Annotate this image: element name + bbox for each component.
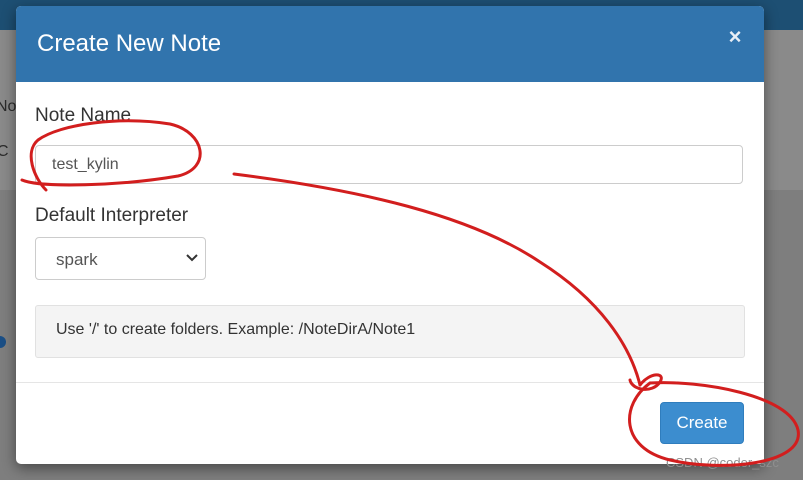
modal-header: Create New Note × [16,6,764,82]
chevron-down-icon [186,254,198,262]
modal-title: Create New Note [37,30,222,57]
create-button[interactable]: Create [660,402,744,444]
background-text-fragment: C [0,143,9,160]
note-name-input[interactable] [35,145,743,184]
default-interpreter-select[interactable]: spark [35,237,206,280]
footer-divider [16,382,764,383]
select-value: spark [56,250,98,269]
default-interpreter-label: Default Interpreter [35,205,189,226]
background-text-fragment: No [0,98,17,115]
create-note-modal: Create New Note × Note Name Default Inte… [16,6,764,464]
help-text: Use '/' to create folders. Example: /Not… [56,321,416,338]
watermark: CSDN @coder_szc [666,455,779,470]
note-name-label: Note Name [35,105,132,126]
close-icon[interactable]: × [724,24,746,50]
help-info-box: Use '/' to create folders. Example: /Not… [35,305,745,358]
